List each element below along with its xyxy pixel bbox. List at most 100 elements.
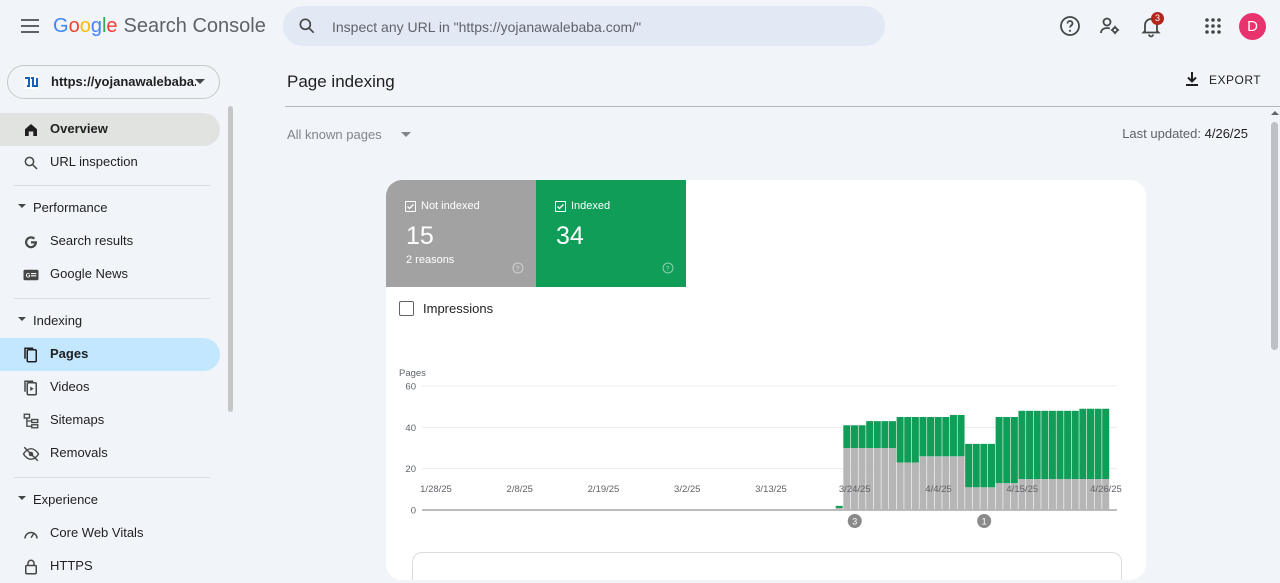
url-inspect-search[interactable] xyxy=(283,6,885,48)
home-icon xyxy=(25,124,37,136)
tile-label: Not indexed xyxy=(421,200,480,212)
checkbox-unchecked[interactable] xyxy=(399,301,414,316)
chevron-down-icon xyxy=(195,79,205,84)
bar-segment xyxy=(942,417,950,457)
sidebar-item-removals[interactable]: Removals xyxy=(0,437,220,470)
top-bar: GoogleSearch Console 3 D xyxy=(0,0,1280,52)
annotation-label: 3 xyxy=(852,517,857,527)
help-icon[interactable]: ? xyxy=(662,262,674,274)
bar-segment xyxy=(972,443,980,488)
bar-segment xyxy=(934,417,942,457)
scrollbar-thumb[interactable] xyxy=(1271,122,1278,350)
sidebar-item-label: Search results xyxy=(50,233,134,248)
speed-gauge-icon xyxy=(24,531,38,539)
indexed-tile[interactable]: Indexed 34 ? xyxy=(536,180,686,287)
bar-segment xyxy=(1010,417,1018,484)
bar-segment xyxy=(972,487,980,510)
page-filter-dropdown[interactable]: All known pages xyxy=(287,126,411,146)
x-tick-label: 4/26/25 xyxy=(1090,484,1122,495)
sidebar-item-pages[interactable]: Pages xyxy=(0,338,220,371)
google-search-console-logo[interactable]: Google Search Console xyxy=(53,15,266,38)
bar-segment xyxy=(873,421,881,448)
bar-segment xyxy=(1026,410,1034,479)
sidebar-item-url-inspection[interactable]: URL inspection xyxy=(0,146,220,179)
bar-segment xyxy=(889,448,897,510)
sidebar-item-sitemaps[interactable]: Sitemaps xyxy=(0,404,220,437)
bar-segment xyxy=(889,421,897,448)
bar-segment xyxy=(873,448,881,510)
sidebar-item-label: Videos xyxy=(50,379,90,394)
bar-segment xyxy=(965,487,973,510)
help-icon[interactable]: ? xyxy=(512,262,524,274)
section-experience[interactable]: Experience xyxy=(0,488,220,512)
sidebar-item-search-results[interactable]: Search results xyxy=(0,225,220,258)
collapse-arrow-icon xyxy=(18,317,26,321)
annotation-label: 1 xyxy=(982,517,987,527)
bar-segment xyxy=(1071,410,1079,479)
sidebar-item-google-news[interactable]: G Google News xyxy=(0,258,220,291)
bar-segment xyxy=(957,414,965,457)
section-performance[interactable]: Performance xyxy=(0,196,220,220)
bar-segment xyxy=(1086,408,1094,479)
sidebar-item-label: Core Web Vitals xyxy=(50,525,144,540)
bar-segment xyxy=(1071,479,1079,510)
sidebar-item-https[interactable]: HTTPS xyxy=(0,550,220,583)
bar-segment xyxy=(965,443,973,488)
notification-badge: 3 xyxy=(1151,12,1164,25)
help-icon[interactable] xyxy=(1058,14,1082,38)
bar-segment xyxy=(843,448,851,510)
bar-segment xyxy=(1048,410,1056,479)
bar-segment xyxy=(1056,479,1064,510)
property-selector[interactable]: https://yojanawalebaba.com/ xyxy=(7,65,220,99)
bar-segment xyxy=(850,448,858,510)
sidebar-item-videos[interactable]: Videos xyxy=(0,371,220,404)
checkbox-checked-icon xyxy=(555,201,566,212)
apps-grid-icon[interactable] xyxy=(1201,14,1225,38)
y-axis-label: Pages xyxy=(399,368,426,379)
sidebar-divider xyxy=(14,298,210,299)
x-tick-label: 3/24/25 xyxy=(839,484,871,495)
impressions-label: Impressions xyxy=(423,301,494,316)
x-tick-label: 2/8/25 xyxy=(507,484,533,495)
manage-users-icon[interactable] xyxy=(1098,14,1122,38)
property-name: https://yojanawalebaba.com/ xyxy=(51,74,196,89)
y-tick-label: 20 xyxy=(405,464,416,475)
tile-label: Indexed xyxy=(571,200,611,212)
bar-segment xyxy=(858,448,866,510)
checkbox-checked-icon xyxy=(405,201,416,212)
video-pages-icon xyxy=(24,380,37,396)
sidebar-item-label: Removals xyxy=(50,445,108,460)
x-tick-label: 3/2/25 xyxy=(674,484,700,495)
not-indexed-tile[interactable]: Not indexed 15 2 reasons ? xyxy=(386,180,536,287)
sidebar-item-core-web-vitals[interactable]: Core Web Vitals xyxy=(0,517,220,550)
bar-segment xyxy=(1048,479,1056,510)
sidebar-scrollbar[interactable] xyxy=(228,106,233,412)
page-scrollbar[interactable] xyxy=(1270,110,1280,571)
sidebar-item-label: URL inspection xyxy=(50,154,138,169)
menu-icon[interactable] xyxy=(18,14,42,38)
site-favicon-icon xyxy=(24,75,38,89)
download-icon xyxy=(1186,72,1198,86)
sidebar-item-label: Overview xyxy=(50,121,108,136)
section-indexing[interactable]: Indexing xyxy=(0,309,220,333)
scroll-up-arrow-icon[interactable] xyxy=(1271,110,1279,116)
sidebar-item-overview[interactable]: Overview xyxy=(0,113,220,146)
avatar[interactable]: D xyxy=(1239,13,1266,40)
bar-segment xyxy=(927,417,935,457)
section-label: Indexing xyxy=(33,313,83,328)
bar-segment xyxy=(850,425,858,448)
bar-segment xyxy=(1041,410,1049,479)
bar-segment xyxy=(1018,410,1026,479)
last-updated-value: 4/26/25 xyxy=(1204,126,1248,141)
search-input[interactable] xyxy=(330,6,854,48)
bar-segment xyxy=(1064,479,1072,510)
svg-text:?: ? xyxy=(666,266,670,273)
indexing-card: Not indexed 15 2 reasons ? Indexed 34 ? … xyxy=(386,180,1146,580)
sidebar-item-label: Sitemaps xyxy=(50,412,105,427)
y-tick-label: 60 xyxy=(405,382,416,393)
pages-icon xyxy=(24,347,37,363)
bar-segment xyxy=(1079,479,1087,510)
header-divider xyxy=(285,106,1280,107)
last-updated: Last updated: 4/26/25 xyxy=(1122,126,1248,141)
collapse-arrow-icon xyxy=(18,204,26,208)
